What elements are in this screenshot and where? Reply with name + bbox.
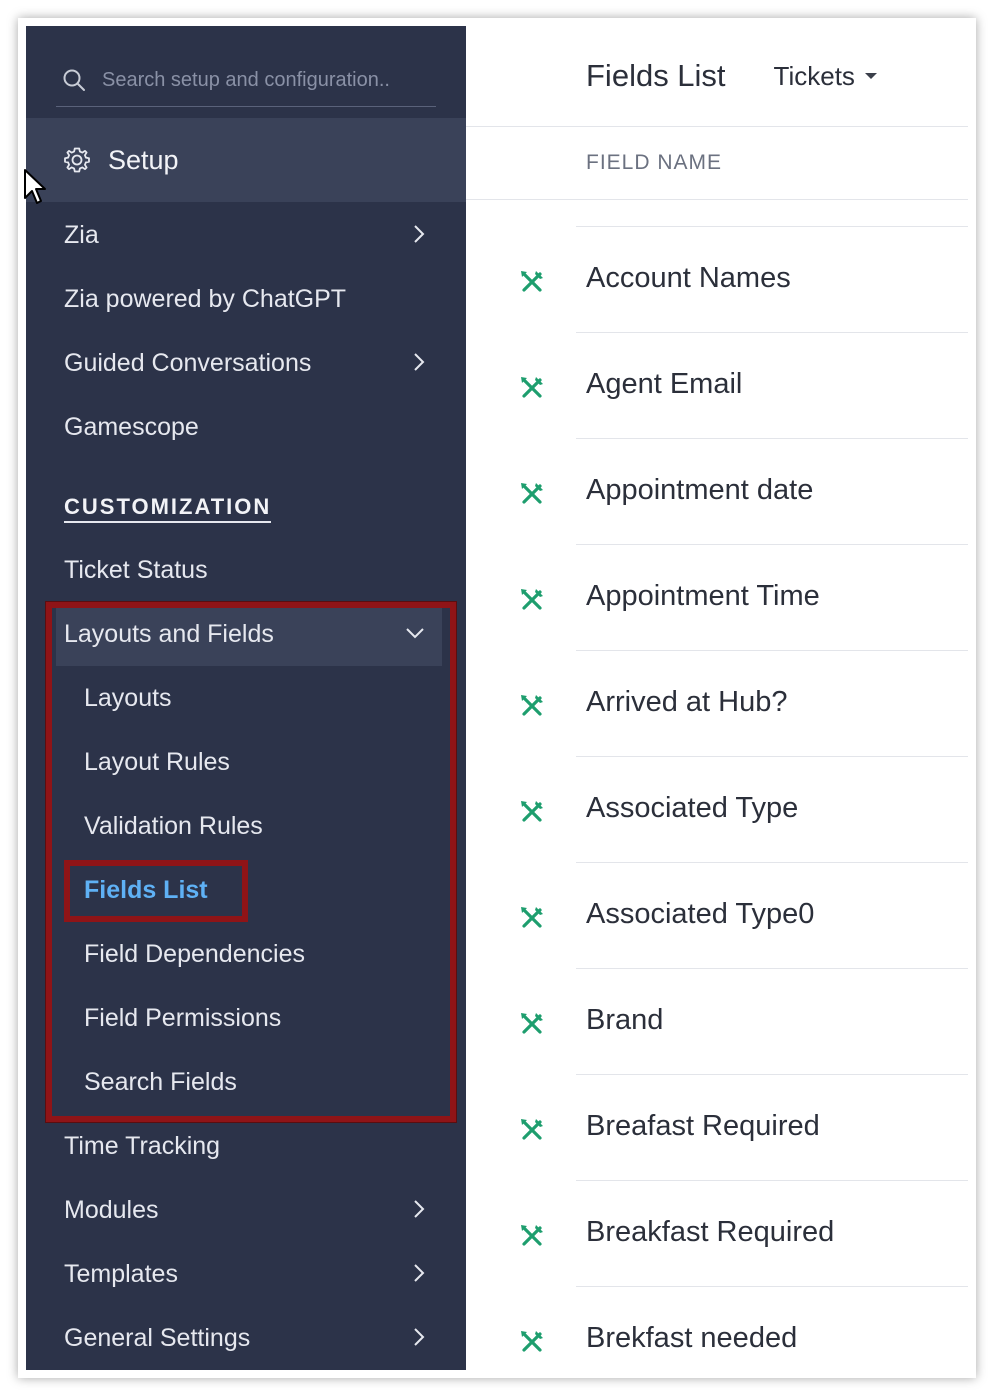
module-dropdown[interactable]: Tickets [774,61,877,92]
table-row[interactable]: Appointment date [466,438,968,544]
row-divider [576,332,968,333]
table-row[interactable]: Associated Type0 [466,862,968,968]
setup-header[interactable]: Setup [26,118,466,202]
field-name: Agent Email [586,368,743,400]
field-name: Arrived at Hub? [586,686,788,718]
setup-sidebar: Setup Zia Zia powered by ChatGPT Guided … [26,26,466,1370]
table-row[interactable]: Account Names [466,226,968,332]
row-divider [576,650,968,651]
sidebar-item-guided-conversations[interactable]: Guided Conversations [26,331,466,395]
setup-label: Setup [108,144,179,175]
sidebar-item-label: Zia powered by ChatGPT [64,284,347,313]
module-dropdown-label: Tickets [773,60,855,91]
field-name: Brekfast needed [586,1322,798,1354]
sidebar-item-gamescope[interactable]: Gamescope [26,395,466,459]
highlight-box-fields-list [64,860,248,922]
search-icon [63,69,85,91]
tools-icon [518,1116,546,1144]
row-divider [576,544,968,545]
sidebar-item-general-settings[interactable]: General Settings [26,1306,466,1370]
row-divider [576,862,968,863]
tools-icon [518,480,546,508]
sidebar-item-label: Modules [64,1195,159,1224]
sidebar-item-zia-chatgpt[interactable]: Zia powered by ChatGPT [26,267,466,331]
row-divider [576,968,968,969]
tools-icon [518,798,546,826]
row-divider [576,1180,968,1181]
sidebar-item-label: Time Tracking [64,1131,221,1160]
column-header-label: FIELD NAME [586,151,723,174]
sidebar-item-label: Gamescope [64,412,199,441]
field-name: Breafast Required [586,1110,820,1142]
chevron-right-icon [412,223,426,245]
field-name: Associated Type0 [586,898,815,930]
tools-icon [518,1328,546,1356]
chevron-right-icon [412,1262,426,1284]
sidebar-item-zia[interactable]: Zia [26,203,466,267]
tools-icon [518,268,546,296]
tools-icon [518,1010,546,1038]
section-heading-customization: CUSTOMIZATION [64,494,272,523]
table-row[interactable]: Breakfast Required [466,1180,968,1286]
sidebar-item-templates[interactable]: Templates [26,1242,466,1306]
row-divider [576,1286,968,1287]
table-row[interactable]: Brand [466,968,968,1074]
sidebar-item-label: Guided Conversations [64,348,312,377]
field-name: Account Names [586,262,791,294]
sidebar-item-ticket-status[interactable]: Ticket Status [26,538,466,602]
sidebar-item-label: General Settings [64,1323,251,1352]
page-header: Fields List Tickets [466,26,968,127]
row-divider [576,438,968,439]
sidebar-item-label: Zia [64,220,99,249]
table-row[interactable]: Associated Type [466,756,968,862]
tools-icon [518,586,546,614]
tools-icon [518,692,546,720]
table-row[interactable]: Breafast Required [466,1074,968,1180]
field-name: Appointment date [586,474,814,506]
field-name: Brand [586,1004,664,1036]
page-title: Fields List [586,58,726,93]
chevron-right-icon [412,1326,426,1348]
row-divider [576,756,968,757]
field-name: Breakfast Required [586,1216,835,1248]
chevron-right-icon [412,1198,426,1220]
table-row[interactable]: Appointment Time [466,544,968,650]
sidebar-item-modules[interactable]: Modules [26,1178,466,1242]
tools-icon [518,1222,546,1250]
row-divider [576,1074,968,1075]
search-bar[interactable] [56,54,436,107]
sidebar-item-label: Templates [64,1259,178,1288]
caret-down-icon [864,72,877,80]
table-row[interactable]: Agent Email [466,332,968,438]
tools-icon [518,904,546,932]
gear-icon [62,145,92,175]
table-row[interactable]: Brekfast needed [466,1286,968,1392]
fields-list-panel: Fields List Tickets FIELD NAME Account N… [466,26,968,1370]
row-divider [576,226,968,227]
chevron-right-icon [412,351,426,373]
column-header-field-name: FIELD NAME [466,127,968,200]
sidebar-item-time-tracking[interactable]: Time Tracking [26,1114,466,1178]
search-input[interactable] [100,67,434,93]
mouse-pointer-icon [24,169,46,204]
tools-icon [518,374,546,402]
sidebar-item-label: Ticket Status [64,555,208,584]
table-row[interactable]: Arrived at Hub? [466,650,968,756]
field-name: Appointment Time [586,580,820,612]
field-name: Associated Type [586,792,799,824]
